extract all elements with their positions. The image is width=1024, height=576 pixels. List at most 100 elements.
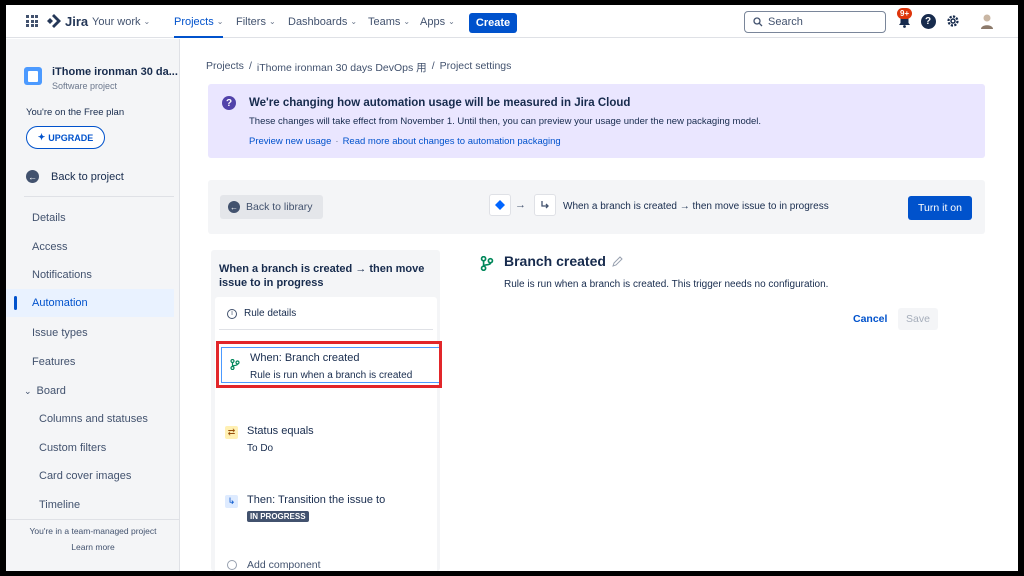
sidebar-item-label: Details [32, 212, 66, 224]
chevron-down-icon: ⌄ [403, 17, 411, 26]
sidebar-item-access[interactable]: Access [6, 233, 174, 261]
add-component-button[interactable]: Add component [227, 559, 321, 571]
chevron-down-icon: ⌄ [268, 17, 276, 26]
sidebar-item-label: Issue types [32, 327, 88, 339]
rule-details-item[interactable]: i Rule details [227, 308, 296, 319]
rule-panel-title: When a branch is created → then move iss… [219, 263, 425, 289]
branch-icon [479, 255, 495, 271]
back-to-library-button[interactable]: ← Back to library [220, 195, 323, 219]
sidebar-item-issue-types[interactable]: Issue types [6, 319, 174, 347]
highlight-box [216, 341, 442, 388]
app-switcher-icon[interactable] [26, 15, 38, 27]
jira-icon [47, 14, 61, 28]
sidebar-item-card-cover-images[interactable]: Card cover images [6, 462, 174, 490]
settings-button[interactable] [945, 13, 961, 29]
plan-text: You're on the Free plan [26, 107, 125, 118]
arrow-left-icon: ← [228, 201, 240, 213]
arrow-left-icon: ← [26, 170, 39, 183]
sidebar-item-label: Card cover images [39, 470, 132, 482]
banner-links: Preview new usage · Read more about chan… [249, 136, 561, 147]
rule-header-bar: ← Back to library → When a branch is cre… [208, 180, 985, 234]
diamond-icon [495, 200, 505, 210]
status-lozenge: IN PROGRESS [247, 511, 309, 522]
sidebar-item-label: Custom filters [39, 442, 107, 454]
create-button[interactable]: Create [469, 13, 517, 33]
save-button[interactable]: Save [898, 308, 938, 330]
nav-label: Filters [236, 15, 266, 28]
divider [24, 196, 174, 197]
search-icon [753, 17, 763, 27]
cancel-button[interactable]: Cancel [853, 313, 887, 325]
banner-title: We're changing how automation usage will… [249, 97, 631, 109]
nav-apps[interactable]: Apps ⌄ [420, 5, 455, 38]
chevron-down-icon: ⌄ [448, 17, 455, 26]
sidebar-item-label: Board [36, 385, 66, 397]
nav-dashboards[interactable]: Dashboards ⌄ [288, 5, 357, 38]
nav-teams[interactable]: Teams ⌄ [368, 5, 410, 38]
project-type: Software project [52, 81, 118, 91]
chevron-down-icon: ⌄ [216, 17, 224, 26]
profile-avatar[interactable] [979, 13, 995, 29]
read-more-link[interactable]: Read more about changes to automation pa… [343, 136, 561, 147]
info-banner: ? We're changing how automation usage wi… [208, 84, 985, 158]
detail-title: Branch created [504, 253, 623, 269]
nav-label: Dashboards [288, 15, 348, 28]
sidebar-item-label: Features [32, 356, 76, 368]
edit-pencil-icon[interactable] [612, 255, 623, 267]
step-title: Status equals [247, 425, 314, 437]
notification-badge: 9+ [897, 8, 913, 19]
nav-label: Teams [368, 15, 401, 28]
learn-more-link[interactable]: Learn more [6, 542, 180, 552]
rule-components-list: i Rule details ⇄ Status equals To Do ↳ T… [215, 297, 437, 571]
sidebar-item-timeline[interactable]: Timeline [6, 491, 174, 519]
transition-icon [541, 201, 549, 209]
chevron-down-icon: ⌄ [350, 17, 358, 26]
breadcrumb-projects[interactable]: Projects [206, 60, 244, 75]
trigger-icon [489, 194, 511, 216]
project-name[interactable]: iThome ironman 30 da... [52, 66, 178, 78]
banner-body: These changes will take effect from Nove… [249, 116, 762, 127]
preview-usage-link[interactable]: Preview new usage [249, 136, 331, 147]
sidebar-item-features[interactable]: Features [6, 348, 174, 376]
sidebar-item-notifications[interactable]: Notifications [6, 261, 174, 289]
rule-components-panel: When a branch is created → then move iss… [211, 250, 440, 571]
nav-your-work[interactable]: Your work ⌄ [92, 5, 150, 38]
upgrade-label: UPGRADE [48, 132, 94, 143]
gear-icon [947, 15, 959, 27]
top-navigation: Jira Your work ⌄ Projects ⌄ Filters ⌄ Dashb… [6, 5, 1018, 38]
detail-description: Rule is run when a branch is created. Th… [504, 279, 829, 290]
help-button[interactable]: ? [920, 13, 936, 29]
breadcrumb-project-settings[interactable]: Project settings [440, 60, 512, 75]
breadcrumb-project[interactable]: iThome ironman 30 days DevOps 用 [257, 60, 427, 75]
project-avatar-icon [24, 67, 42, 85]
transition-icon: ↳ [225, 495, 238, 508]
condition-icon: ⇄ [225, 426, 238, 439]
back-to-project-link[interactable]: ← Back to project [26, 170, 124, 183]
nav-filters[interactable]: Filters ⌄ [236, 5, 276, 38]
sidebar-item-details[interactable]: Details [6, 204, 174, 232]
sidebar-item-custom-filters[interactable]: Custom filters [6, 434, 174, 462]
jira-logo[interactable]: Jira [46, 13, 88, 29]
divider [219, 329, 433, 330]
app-window: Jira Your work ⌄ Projects ⌄ Filters ⌄ Dashb… [6, 5, 1018, 571]
logo-text: Jira [65, 13, 89, 29]
sidebar-item-label: Columns and statuses [39, 413, 148, 425]
action-icon [534, 194, 556, 216]
sidebar-item-board[interactable]: ⌄ Board [6, 377, 174, 405]
link-separator: · [335, 136, 339, 147]
sidebar-item-label: Automation [32, 297, 88, 309]
help-icon: ? [920, 13, 936, 29]
sidebar-item-columns-and-statuses[interactable]: Columns and statuses [6, 405, 174, 433]
upgrade-button[interactable]: ✦ UPGRADE [26, 126, 105, 149]
sidebar-item-label: Access [32, 241, 68, 253]
search-input[interactable]: Search [744, 11, 886, 33]
sidebar-item-automation[interactable]: Automation [6, 289, 174, 317]
breadcrumb-separator: / [248, 60, 252, 72]
turn-it-on-button[interactable]: Turn it on [908, 196, 972, 220]
nav-projects[interactable]: Projects ⌄ [174, 5, 224, 38]
sidebar: iThome ironman 30 da... Software project… [6, 39, 180, 571]
team-managed-text: You're in a team-managed project [29, 526, 157, 536]
back-to-library-label: Back to library [246, 201, 313, 213]
breadcrumb-separator: / [431, 60, 435, 72]
chevron-down-icon: ⌄ [143, 17, 151, 26]
